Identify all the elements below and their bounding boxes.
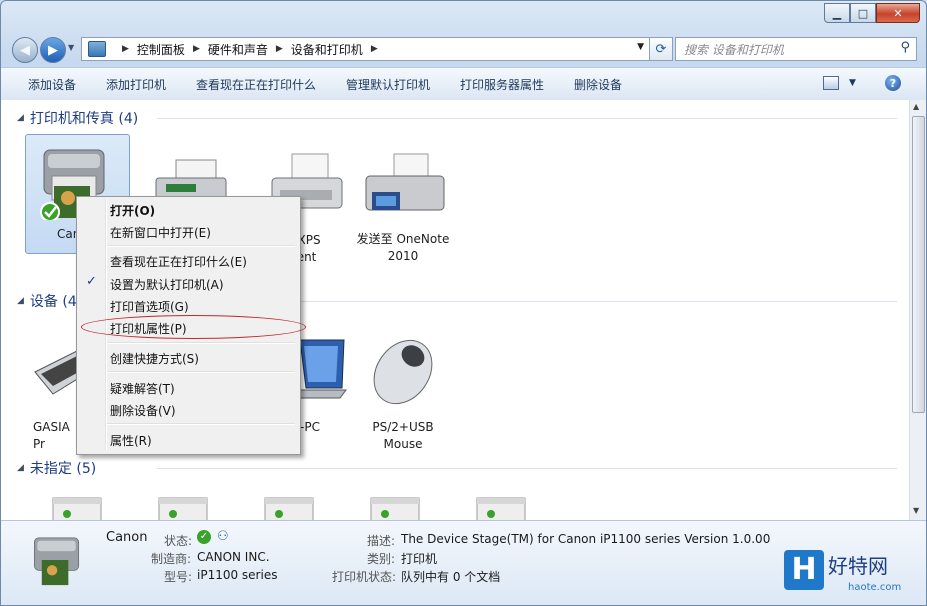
unspecified-device[interactable] — [261, 496, 317, 520]
search-icon[interactable]: ⚲ — [900, 40, 910, 55]
caption-buttons: ▁ □ ✕ — [824, 3, 920, 23]
group-header-devices[interactable]: ◢ 设备 (4 — [17, 291, 897, 311]
maximize-button[interactable]: □ — [850, 3, 876, 23]
navigation-bar: ◀ ▶ ▼ ▶ 控制面板 ▶ 硬件和声音 ▶ 设备和打印机 ▶ ▼ ⟳ 搜索 设… — [9, 35, 919, 63]
add-printer-button[interactable]: 添加打印机 — [106, 76, 166, 93]
refresh-button[interactable]: ⟳ — [649, 37, 673, 61]
device-label: 发送至 OneNote 2010 — [356, 232, 450, 263]
back-button[interactable]: ◀ — [12, 37, 38, 63]
print-server-properties-button[interactable]: 打印服务器属性 — [460, 76, 544, 93]
status-ok-icon: ✓ — [197, 530, 211, 544]
menu-item-remove-device[interactable]: 删除设备(V) — [110, 402, 176, 419]
watermark-site: haote.com — [848, 582, 902, 593]
description-label: 描述: — [367, 534, 396, 548]
menu-separator — [107, 423, 295, 425]
see-whats-printing-button[interactable]: 查看现在正在打印什么 — [196, 76, 316, 93]
help-button[interactable]: ? — [885, 75, 901, 91]
onenote-printer-icon — [365, 153, 445, 211]
manufacturer-label: 制造商: — [151, 552, 192, 566]
menu-item-troubleshoot[interactable]: 疑难解答(T) — [110, 380, 175, 397]
menu-item-preferences[interactable]: 打印首选项(G) — [110, 298, 189, 315]
category-label: 类别: — [367, 552, 396, 566]
menu-item-open[interactable]: 打开(O) — [110, 202, 155, 219]
breadcrumb-chevron-icon[interactable]: ▶ — [193, 44, 200, 54]
device-onenote[interactable]: 发送至 OneNote 2010 — [351, 150, 455, 265]
unspecified-device[interactable] — [49, 496, 105, 520]
menu-separator — [107, 342, 295, 344]
generic-device-icon — [158, 497, 208, 520]
check-icon: ✓ — [86, 274, 97, 289]
group-header-printers[interactable]: ◢ 打印机和传真 (4) — [17, 108, 897, 128]
model-label: 型号: — [164, 570, 193, 584]
address-bar[interactable]: ▶ 控制面板 ▶ 硬件和声音 ▶ 设备和打印机 ▶ ▼ — [81, 37, 651, 61]
manage-default-printers-button[interactable]: 管理默认打印机 — [346, 76, 430, 93]
group-title: 未指定 (5) — [29, 461, 97, 477]
unspecified-device[interactable] — [155, 496, 211, 520]
generic-device-icon — [370, 497, 420, 520]
shared-users-icon: ⚇ — [217, 529, 229, 544]
search-input[interactable]: 搜索 设备和打印机 ⚲ — [675, 37, 917, 61]
category-value: 打印机 — [401, 552, 438, 566]
address-dropdown-icon[interactable]: ▼ — [637, 42, 644, 52]
menu-separator — [107, 245, 295, 247]
device-label: PS/2+USB Mouse — [372, 420, 434, 451]
add-device-button[interactable]: 添加设备 — [28, 76, 76, 93]
scroll-down-icon[interactable]: ▼ — [913, 506, 919, 515]
breadcrumb-chevron-icon[interactable]: ▶ — [276, 44, 283, 54]
minimize-button[interactable]: ▁ — [824, 3, 850, 23]
scrollbar-thumb[interactable] — [912, 116, 925, 413]
selected-printer-icon — [34, 537, 80, 586]
menu-item-see-printing[interactable]: 查看现在正在打印什么(E) — [110, 253, 247, 270]
collapse-triangle-icon[interactable]: ◢ — [17, 113, 24, 123]
forward-button[interactable]: ▶ — [40, 37, 66, 63]
menu-item-open-new-window[interactable]: 在新窗口中打开(E) — [110, 224, 211, 241]
view-dropdown-icon[interactable]: ▼ — [849, 78, 856, 88]
menu-item-properties[interactable]: 属性(R) — [110, 432, 152, 449]
recent-pages-dropdown[interactable]: ▼ — [68, 43, 74, 52]
search-placeholder: 搜索 设备和打印机 — [684, 42, 784, 57]
collapse-triangle-icon[interactable]: ◢ — [17, 463, 24, 473]
manufacturer-value: CANON INC. — [197, 550, 270, 564]
divider — [157, 468, 897, 469]
menu-item-set-default[interactable]: 设置为默认打印机(A) — [110, 276, 224, 293]
breadcrumb-devices-printers[interactable]: 设备和打印机 — [291, 41, 363, 58]
generic-device-icon — [264, 497, 314, 520]
watermark-brand: 好特网 — [828, 554, 888, 578]
highlight-ellipse — [81, 315, 306, 339]
scroll-up-icon[interactable]: ▲ — [913, 102, 919, 111]
menu-item-create-shortcut[interactable]: 创建快捷方式(S) — [110, 350, 199, 367]
device-name: Canon — [106, 530, 148, 545]
breadcrumb-control-panel[interactable]: 控制面板 — [137, 41, 185, 58]
generic-device-icon — [52, 497, 102, 520]
collapse-triangle-icon[interactable]: ◢ — [17, 296, 24, 306]
control-panel-icon — [88, 41, 106, 57]
remove-device-button[interactable]: 删除设备 — [574, 76, 622, 93]
status-label: 状态: — [164, 534, 193, 548]
close-button[interactable]: ✕ — [876, 3, 920, 23]
printer-status-label: 打印机状态: — [332, 570, 397, 584]
change-view-icon[interactable] — [823, 76, 839, 90]
description-value: The Device Stage(TM) for Canon iP1100 se… — [401, 532, 771, 546]
watermark-logo-icon: H — [784, 550, 824, 590]
mouse-icon — [373, 339, 433, 405]
command-bar: 添加设备 添加打印机 查看现在正在打印什么 管理默认打印机 打印服务器属性 删除… — [1, 67, 926, 101]
group-title: 设备 (4 — [29, 294, 77, 310]
group-title: 打印机和传真 (4) — [29, 111, 139, 127]
menu-separator — [107, 371, 295, 373]
breadcrumb-hardware-sound[interactable]: 硬件和声音 — [208, 41, 268, 58]
divider — [157, 118, 897, 119]
group-header-unspecified[interactable]: ◢ 未指定 (5) — [17, 458, 897, 478]
generic-device-icon — [476, 497, 526, 520]
breadcrumb-chevron-icon[interactable]: ▶ — [371, 44, 378, 54]
explorer-window: ▁ □ ✕ ◀ ▶ ▼ ▶ 控制面板 ▶ 硬件和声音 ▶ 设备和打印机 ▶ ▼ … — [0, 0, 927, 606]
watermark-badge: H 好特网 haote.com — [784, 548, 924, 604]
unspecified-device[interactable] — [367, 496, 423, 520]
vertical-scrollbar[interactable]: ▲ ▼ — [909, 100, 926, 520]
unspecified-device[interactable] — [473, 496, 529, 520]
model-value: iP1100 series — [197, 568, 278, 582]
breadcrumb-chevron-icon[interactable]: ▶ — [122, 44, 129, 54]
printer-status-value: 队列中有 0 个文档 — [401, 570, 501, 584]
device-usb-mouse[interactable]: PS/2+USB Mouse — [351, 334, 455, 453]
